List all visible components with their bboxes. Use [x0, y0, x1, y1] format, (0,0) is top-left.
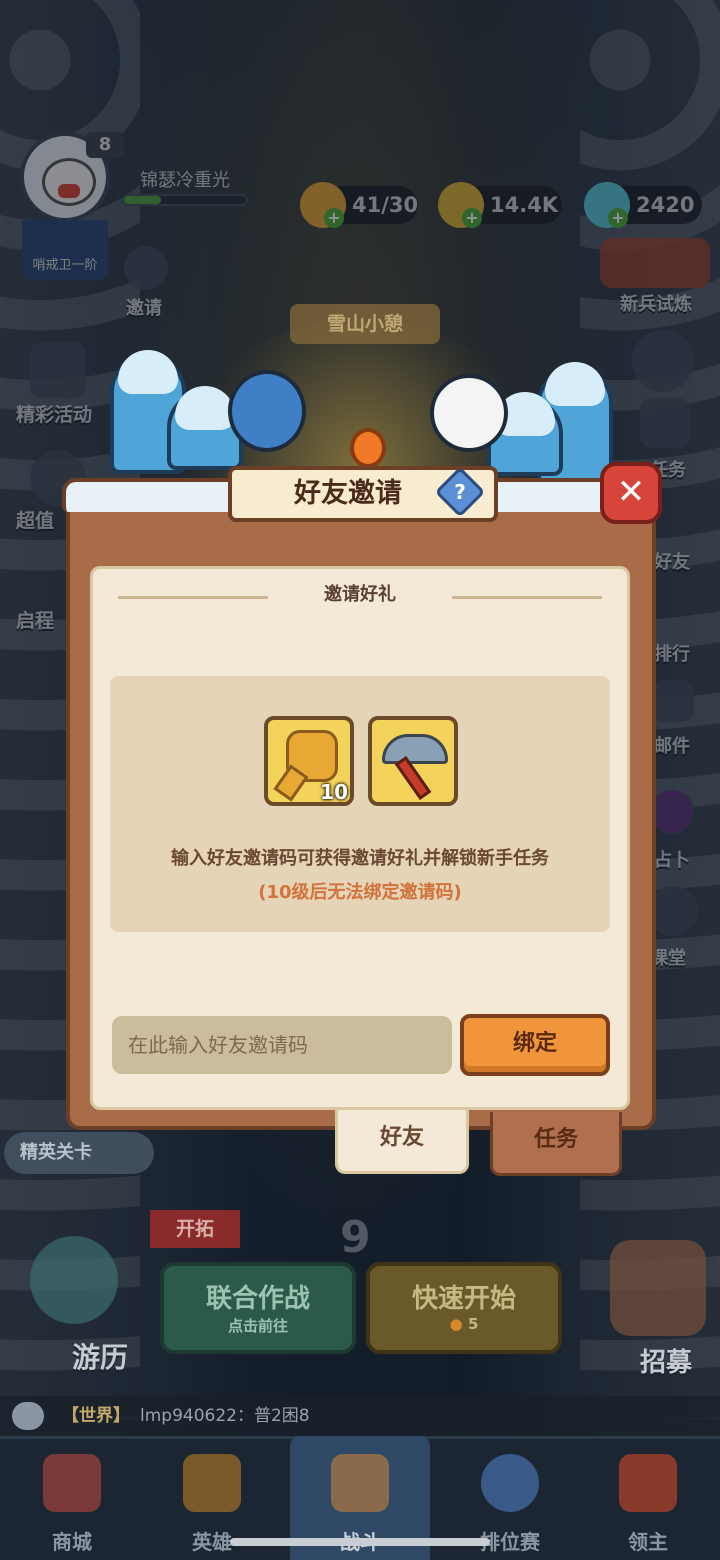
- blue-snowman-character-icon: [228, 370, 306, 452]
- reward-key-count: 10: [320, 780, 348, 804]
- world-chat-bar[interactable]: 【世界】 lmp940622：普2困8: [0, 1396, 720, 1436]
- chat-bubble-icon[interactable]: [12, 1402, 44, 1430]
- hot-air-balloon-icon[interactable]: [30, 1236, 118, 1324]
- close-icon: ✕: [616, 472, 646, 512]
- tab-friend[interactable]: 好友: [335, 1110, 469, 1174]
- invite-level-note: (10级后无法绑定邀请码): [258, 882, 462, 903]
- nav-shop-label: 商城: [52, 1530, 92, 1554]
- section-title: 邀请好礼: [324, 584, 396, 605]
- recruit-warrior-icon[interactable]: [610, 1240, 706, 1336]
- reward-pickaxe-item[interactable]: [368, 716, 458, 806]
- nav-shop[interactable]: 商城: [2, 1436, 142, 1560]
- chat-message: lmp940622：普2困8: [140, 1406, 310, 1426]
- nav-lord[interactable]: 领主: [578, 1436, 718, 1560]
- penguin-character-icon: [430, 374, 508, 452]
- adventure-label[interactable]: 游历: [72, 1336, 128, 1376]
- invite-code-input[interactable]: [112, 1016, 452, 1074]
- reward-key-item[interactable]: 10: [264, 716, 354, 806]
- nav-lord-label: 领主: [628, 1530, 668, 1554]
- tab-task[interactable]: 任务: [490, 1112, 622, 1176]
- quick-start-cost: 5: [467, 1315, 479, 1333]
- campfire-icon: [350, 428, 386, 468]
- ranked-shield-icon: [481, 1454, 539, 1512]
- elite-stage-button[interactable]: 精英关卡: [4, 1132, 154, 1174]
- scene-sign: 雪山小憩: [290, 304, 440, 344]
- lord-banner-icon: [619, 1454, 677, 1512]
- coop-battle-button[interactable]: 联合作战 点击前往: [160, 1262, 356, 1354]
- chat-channel: 【世界】: [62, 1406, 130, 1426]
- hero-card-icon: [183, 1454, 241, 1512]
- question-icon: ?: [454, 480, 466, 504]
- stage-number: 9: [340, 1212, 371, 1263]
- coop-title: 联合作战: [205, 1284, 310, 1314]
- bind-button[interactable]: 绑定: [460, 1014, 610, 1076]
- crossed-swords-icon: [331, 1454, 389, 1512]
- close-button[interactable]: ✕: [600, 462, 662, 524]
- home-indicator[interactable]: [230, 1538, 490, 1546]
- quick-start-title: 快速开始: [411, 1284, 516, 1314]
- expand-button[interactable]: 开拓: [150, 1210, 240, 1248]
- recruit-label[interactable]: 招募: [640, 1342, 692, 1379]
- coop-subtitle: 点击前往: [227, 1317, 288, 1335]
- quick-start-button[interactable]: 快速开始 ● 5: [366, 1262, 562, 1354]
- invite-info-text: 输入好友邀请码可获得邀请好礼并解锁新手任务: [171, 848, 549, 869]
- pickaxe-icon: [382, 734, 448, 764]
- flame-icon: ●: [449, 1315, 463, 1333]
- shop-icon: [43, 1454, 101, 1512]
